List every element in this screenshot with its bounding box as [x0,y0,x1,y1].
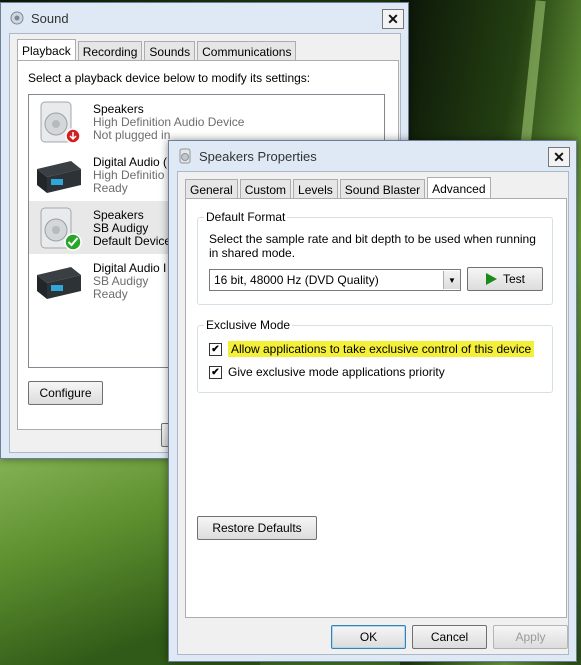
playback-instruction: Select a playback device below to modify… [28,71,311,85]
tab-sounds[interactable]: Sounds [144,41,196,62]
digital-device-icon [37,161,81,193]
speaker-icon [40,207,82,251]
device-status: Not plugged in [93,128,171,142]
device-status: Default Device [93,234,172,248]
device-name: Digital Audio ( [93,155,168,169]
chevron-down-icon[interactable]: ▼ [443,271,460,289]
device-name: Speakers [93,208,144,222]
play-icon [485,273,497,285]
ok-button[interactable]: OK [331,625,406,649]
tab-sound-blaster[interactable]: Sound Blaster [339,179,426,200]
exclusive-priority-label: Give exclusive mode applications priorit… [228,365,445,379]
tab-communications[interactable]: Communications [197,41,297,62]
tab-recording[interactable]: Recording [77,41,143,62]
sound-window-title: Sound [31,10,69,26]
tab-general[interactable]: General [185,179,238,200]
device-driver: SB Audigy [93,274,149,288]
checkbox-checked-icon[interactable]: ✔ [209,365,222,379]
device-driver: High Definition Audio Device [93,115,245,129]
exclusive-mode-legend: Exclusive Mode [204,318,293,332]
tab-custom[interactable]: Custom [239,179,292,200]
device-name: Speakers [93,102,144,116]
speaker-small-icon [179,148,191,164]
default-format-group: Default Format [197,210,553,305]
exclusive-control-label: Allow applications to take exclusive con… [228,341,535,357]
test-button-label: Test [502,272,525,286]
default-format-legend: Default Format [204,210,288,224]
device-driver: SB Audigy [93,221,149,235]
format-select[interactable]: 16 bit, 48000 Hz (DVD Quality) ▼ [209,269,461,291]
device-driver: High Definitio [93,168,165,182]
digital-device-icon [37,267,81,299]
device-name: Digital Audio I [93,261,167,275]
sound-tabs: Playback Recording Sounds Communications [17,38,298,63]
configure-button[interactable]: Configure [28,381,103,405]
device-status: Ready [93,181,128,195]
format-select-value: 16 bit, 48000 Hz (DVD Quality) [214,273,379,287]
sound-titlebar[interactable]: Sound [1,3,408,33]
properties-tabs: General Custom Levels Sound Blaster Adva… [185,176,493,201]
sound-close-button[interactable]: ✕ [382,9,404,29]
tab-levels[interactable]: Levels [293,179,338,200]
exclusive-control-checkbox[interactable]: ✔ Allow applications to take exclusive c… [209,341,535,357]
properties-titlebar[interactable]: Speakers Properties [169,141,576,171]
speaker-icon [40,101,81,144]
sound-window-icon [10,11,24,25]
properties-window-title: Speakers Properties [199,148,317,164]
device-status: Ready [93,287,128,301]
apply-button[interactable]: Apply [493,625,568,649]
restore-defaults-button[interactable]: Restore Defaults [197,516,317,540]
exclusive-priority-checkbox[interactable]: ✔ Give exclusive mode applications prior… [209,365,445,379]
cancel-button[interactable]: Cancel [412,625,487,649]
speakers-properties-window: Speakers Properties ✕ General Custom Lev… [168,140,577,662]
properties-close-button[interactable]: ✕ [548,147,570,167]
test-button[interactable]: Test [467,267,543,291]
checkbox-checked-icon[interactable]: ✔ [209,342,222,356]
default-format-description: Select the sample rate and bit depth to … [209,232,536,260]
exclusive-mode-group: Exclusive Mode [197,318,553,393]
